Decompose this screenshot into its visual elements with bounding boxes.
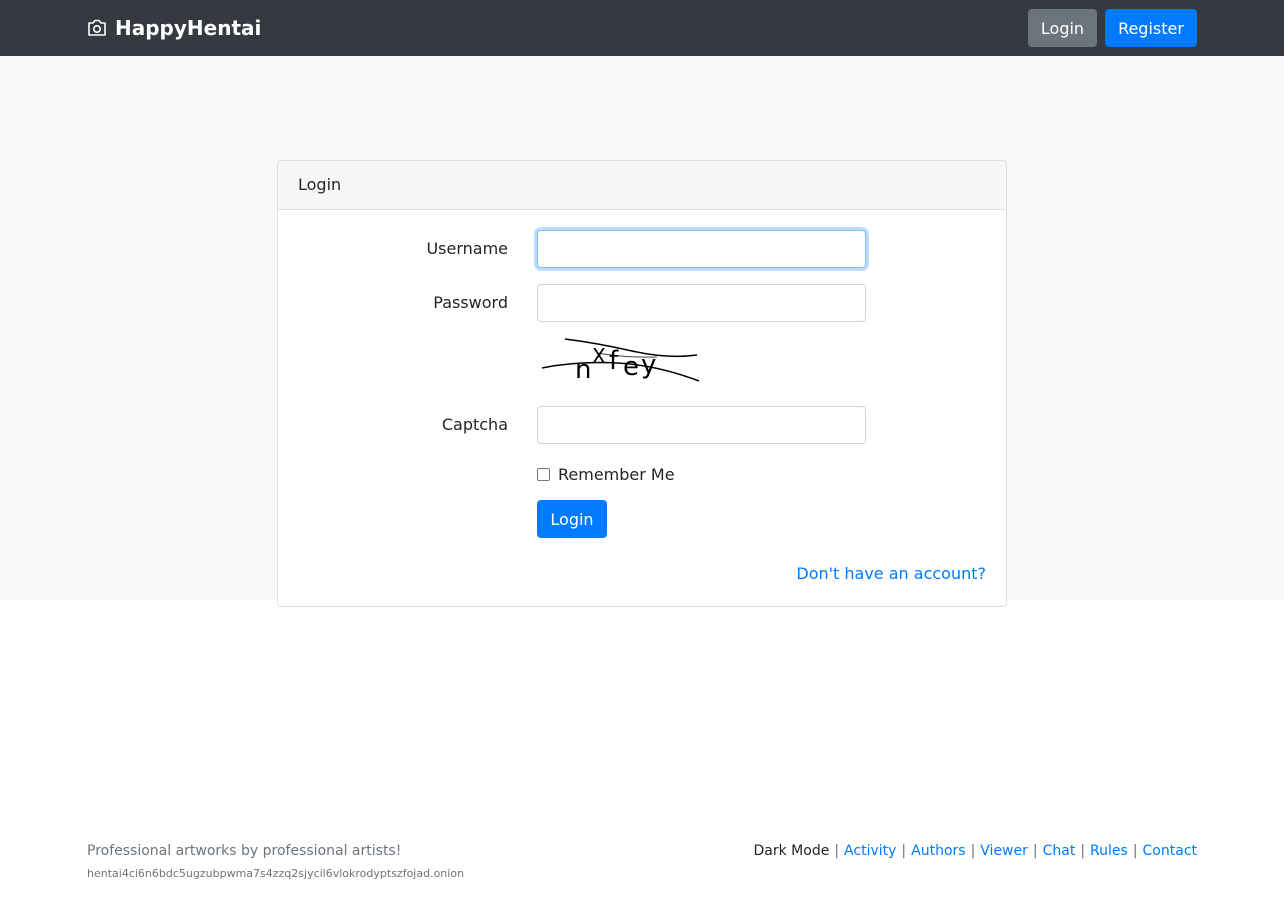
footer-link-chat[interactable]: Chat (1043, 843, 1076, 859)
login-card: Login Username Password n X f e y Captch… (277, 160, 1007, 607)
main-content: Login Username Password n X f e y Captch… (0, 56, 1284, 607)
svg-text:f: f (609, 346, 619, 376)
footer-onion-address: hentai4ci6n6bdc5ugzubpwma7s4zzq2sjycil6v… (87, 867, 465, 880)
svg-text:y: y (641, 350, 656, 380)
footer-tagline: Professional artworks by professional ar… (87, 843, 402, 859)
password-label: Password (433, 293, 508, 312)
nav-login-button[interactable]: Login (1028, 9, 1097, 47)
footer-link-authors[interactable]: Authors (911, 843, 965, 859)
camera-icon (88, 19, 106, 36)
brand-link[interactable]: HappyHentai (87, 14, 261, 42)
register-link[interactable]: Don't have an account? (796, 564, 986, 583)
card-header: Login (278, 161, 1006, 210)
svg-text:e: e (623, 352, 639, 382)
brand-name: HappyHentai (115, 16, 262, 40)
svg-text:X: X (592, 344, 606, 368)
password-input[interactable] (537, 284, 866, 322)
username-input[interactable] (537, 230, 866, 268)
footer-link-viewer[interactable]: Viewer (980, 843, 1028, 859)
svg-text:n: n (575, 355, 591, 385)
card-title: Login (298, 175, 342, 194)
username-label: Username (426, 239, 508, 258)
nav-register-button[interactable]: Register (1105, 9, 1197, 47)
navbar: HappyHentai Login Register (0, 0, 1284, 56)
remember-me-label: Remember Me (558, 464, 675, 484)
footer-link-rules[interactable]: Rules (1090, 843, 1128, 859)
dark-mode-toggle[interactable]: Dark Mode (754, 843, 830, 859)
footer-link-activity[interactable]: Activity (844, 843, 896, 859)
captcha-image: n X f e y (541, 338, 700, 385)
captcha-input[interactable] (537, 406, 866, 444)
captcha-label: Captcha (441, 415, 508, 434)
remember-me[interactable]: Remember Me (537, 463, 675, 485)
login-submit-button[interactable]: Login (537, 500, 607, 538)
remember-me-checkbox[interactable] (537, 467, 550, 481)
footer-links: Dark Mode | Activity | Authors | Viewer … (753, 843, 1198, 859)
footer-link-contact[interactable]: Contact (1143, 843, 1197, 859)
